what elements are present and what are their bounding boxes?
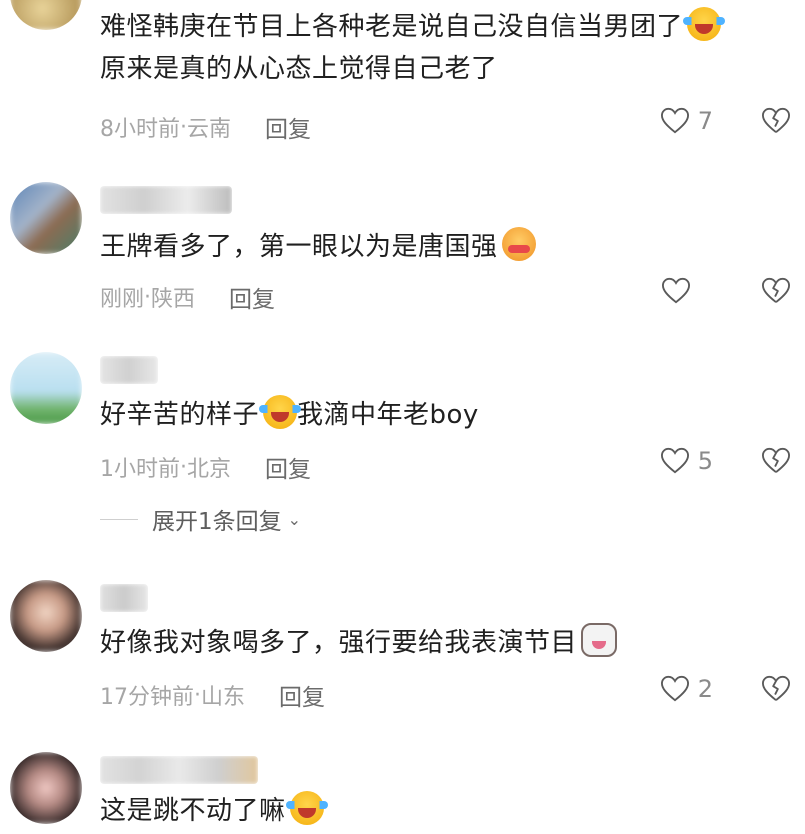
comment-text: 好辛苦的样子 我滴中年老boy [100,394,775,436]
laughing-crying-emoji-icon [259,395,302,429]
comment-time: 8小时前 [100,117,180,142]
comment-location: 陕西 [151,287,196,312]
comment-location: 北京 [187,457,232,482]
reply-button[interactable]: 回复 [229,280,275,314]
broken-heart-icon [762,447,790,473]
heart-icon [660,447,689,474]
reply-button[interactable]: 回复 [265,110,311,144]
comment-location: 云南 [187,117,232,142]
like-button[interactable]: 2 [660,675,713,703]
smug-laugh-emoji-icon [501,227,536,261]
like-button[interactable]: 7 [660,107,713,135]
avatar[interactable] [10,352,82,424]
avatar[interactable] [10,0,82,30]
comment-text: 好像我对象喝多了，强行要给我表演节目 [100,622,775,664]
dislike-button[interactable] [761,447,791,479]
avatar[interactable] [10,182,82,254]
like-button[interactable] [661,277,713,305]
comment-time: 1小时前 [100,457,180,482]
broken-heart-icon [762,675,790,701]
comment-time: 17分钟前 [100,685,194,710]
comment-text: 难怪韩庚在节目上各种老是说自己没自信当男团了 原来是真的从心态上觉得自己老了 [100,6,775,90]
laughing-crying-emoji-icon [683,7,726,41]
divider [100,518,138,520]
username[interactable] [100,756,258,784]
like-count: 5 [697,447,713,475]
heart-icon [660,107,689,134]
comment-time: 刚刚 [100,287,145,312]
username[interactable] [100,584,148,612]
dislike-button[interactable] [761,277,791,309]
username[interactable] [100,356,158,384]
cat-emoji-icon [581,623,618,657]
expand-replies-button[interactable]: 展开1条回复 ⌄ [100,502,301,536]
laughing-crying-emoji-icon [285,791,328,825]
avatar[interactable] [10,580,82,652]
like-count: 7 [697,107,713,135]
comment-location: 山东 [201,685,246,710]
broken-heart-icon [762,277,790,303]
expand-replies-label: 展开1条回复 [152,509,282,535]
comment-meta: 8小时前 · 云南 回复 [100,110,311,144]
like-button[interactable]: 5 [660,447,713,475]
dislike-button[interactable] [761,675,791,707]
username[interactable] [100,186,232,214]
reply-button[interactable]: 回复 [279,678,325,712]
avatar[interactable] [10,752,82,824]
reply-button[interactable]: 回复 [265,450,311,484]
comment-meta: 刚刚 · 陕西 回复 [100,280,275,314]
broken-heart-icon [762,107,790,133]
chevron-down-icon: ⌄ [287,509,302,529]
comment-meta: 1小时前 · 北京 回复 [100,450,311,484]
dislike-button[interactable] [761,107,791,139]
comment-text: 王牌看多了，第一眼以为是唐国强 [100,226,775,268]
like-count: 2 [697,675,713,703]
comment-text: 这是跳不动了嘛 [100,790,775,832]
heart-icon [660,675,689,702]
comment-meta: 17分钟前 · 山东 回复 [100,678,325,712]
heart-icon [661,277,691,304]
